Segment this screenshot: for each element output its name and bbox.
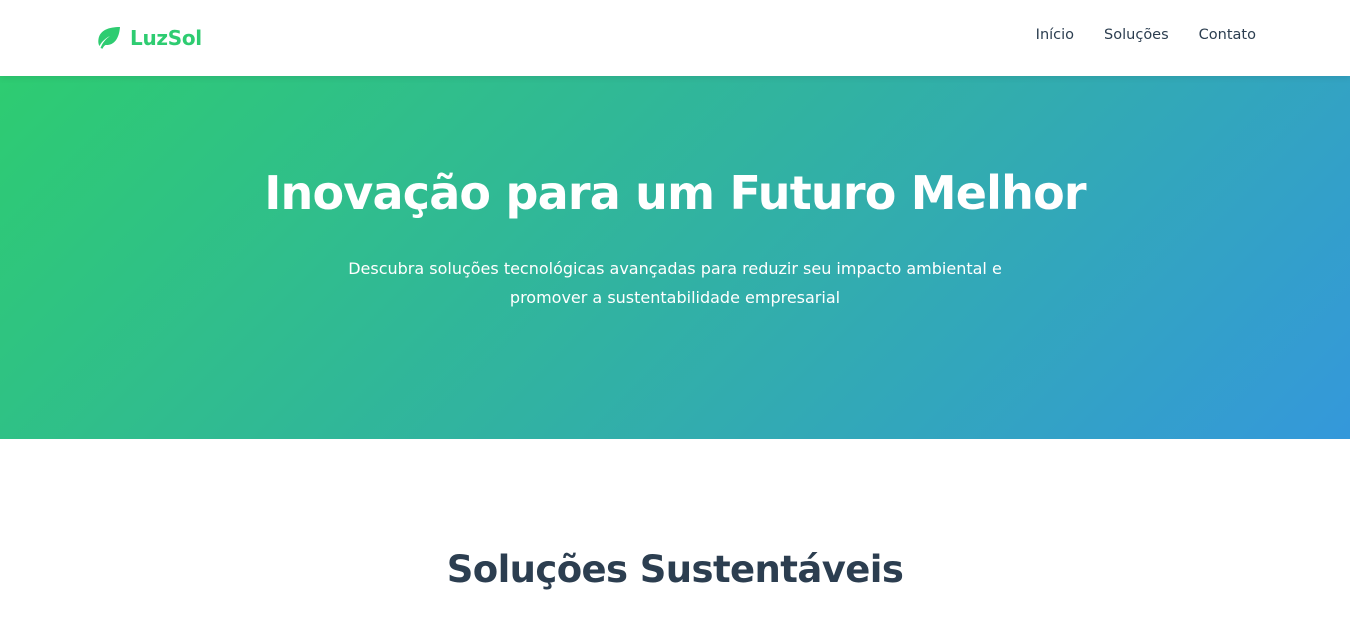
nav-link-solucoes[interactable]: Soluções bbox=[1104, 27, 1169, 43]
nav-link-inicio[interactable]: Início bbox=[1036, 27, 1074, 43]
hero-subtitle: Descubra soluções tecnológicas avançadas… bbox=[348, 259, 1002, 307]
hero-title: Inovação para um Futuro Melhor bbox=[264, 166, 1086, 220]
hero-section: Inovação para um Futuro Melhor Descubra … bbox=[0, 76, 1350, 439]
leaf-icon bbox=[98, 27, 120, 49]
solutions-title: Soluções Sustentáveis bbox=[446, 548, 904, 591]
main-nav: Início Soluções Contato bbox=[1036, 27, 1256, 43]
brand-name: LuzSol bbox=[130, 26, 202, 50]
brand-logo[interactable]: LuzSol bbox=[95, 24, 202, 52]
nav-link-contato[interactable]: Contato bbox=[1199, 27, 1256, 43]
top-navbar: LuzSol Início Soluções Contato bbox=[0, 0, 1350, 76]
